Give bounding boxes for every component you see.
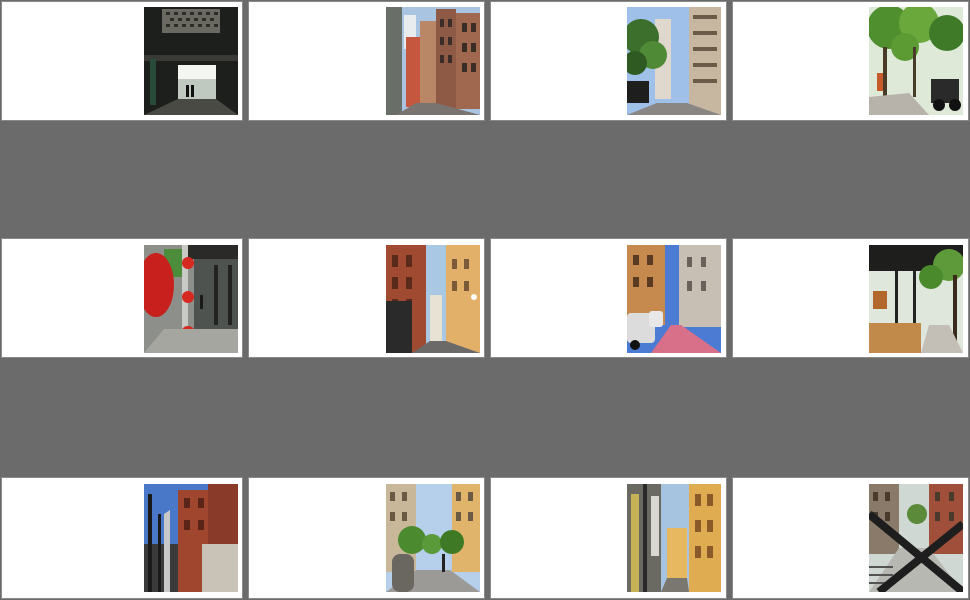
tunnel-icon bbox=[144, 7, 238, 115]
tree-sidewalk-icon bbox=[869, 7, 963, 115]
photo-card-4[interactable] bbox=[732, 1, 969, 121]
parked-cars-icon bbox=[627, 245, 721, 353]
photo-card-10[interactable] bbox=[248, 477, 485, 599]
photo-card-6[interactable] bbox=[248, 238, 485, 358]
brick-street-icon bbox=[386, 245, 480, 353]
photo-card-7[interactable] bbox=[490, 238, 727, 358]
red-lantern-icon bbox=[144, 245, 238, 353]
crossed-street-icon bbox=[869, 484, 963, 592]
photo-card-5[interactable] bbox=[1, 238, 243, 358]
railing-icon bbox=[144, 484, 238, 592]
photo-card-8[interactable] bbox=[732, 238, 969, 358]
street-icon bbox=[386, 7, 480, 115]
contact-sheet bbox=[0, 0, 970, 600]
tree-street-icon bbox=[627, 7, 721, 115]
boulevard-icon bbox=[386, 484, 480, 592]
narrow-alley-icon bbox=[627, 484, 721, 592]
photo-card-3[interactable] bbox=[490, 1, 727, 121]
cafe-terrace-icon bbox=[869, 245, 963, 353]
photo-card-12[interactable] bbox=[732, 477, 969, 599]
photo-card-1[interactable] bbox=[1, 1, 243, 121]
photo-card-9[interactable] bbox=[1, 477, 243, 599]
photo-card-11[interactable] bbox=[490, 477, 727, 599]
photo-card-2[interactable] bbox=[248, 1, 485, 121]
